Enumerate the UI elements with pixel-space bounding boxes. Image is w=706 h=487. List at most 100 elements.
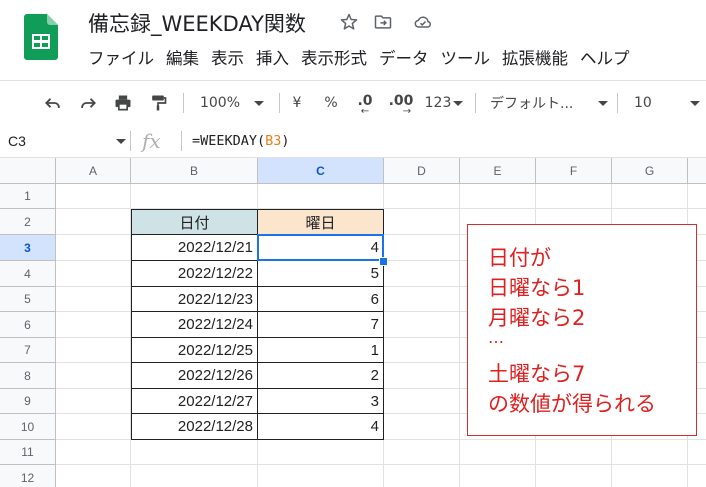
menu-file[interactable]: ファイル [88,47,166,71]
font-size-select[interactable]: 10 [634,81,700,125]
gridline [56,464,706,465]
menu-format[interactable]: 表示形式 [301,47,379,71]
column-header-a[interactable]: A [56,158,131,184]
table-header-weekday[interactable]: 曜日 [257,209,384,235]
row-header-6[interactable]: 6 [0,312,56,338]
cloud-status-icon[interactable] [412,11,434,33]
date-cell[interactable]: 2022/12/23 [131,286,258,312]
date-cell[interactable]: 2022/12/22 [131,260,258,287]
chevron-down-icon [598,100,608,106]
weekday-cell[interactable]: 4 [257,413,384,440]
toolbar-divider [475,93,476,113]
row-header-5[interactable]: 5 [0,287,56,312]
date-cell[interactable]: 2022/12/27 [131,388,258,414]
menu-tools[interactable]: ツール [441,47,503,71]
toolbar-divider [617,93,618,113]
annotation-line: 日曜なら1 [488,276,586,300]
toolbar: 100% ¥ % .0 ← .00 → 123 デフォルト... 10 [0,80,706,126]
chevron-down-icon [116,139,126,144]
formula-text: =WEEKDAY( [192,133,266,149]
star-icon[interactable] [338,11,360,33]
row-header-11[interactable]: 11 [0,440,56,465]
menu-extensions[interactable]: 拡張機能 [502,47,580,71]
row-header-9[interactable]: 9 [0,389,56,414]
column-header-b[interactable]: B [131,158,258,184]
font-size-value: 10 [634,95,652,111]
sheets-logo-icon[interactable] [24,14,58,60]
chevron-down-icon [453,100,464,106]
annotation-line: … [488,328,504,347]
weekday-cell[interactable]: 3 [257,388,384,414]
row-header-4[interactable]: 4 [0,261,56,287]
column-header-e[interactable]: E [460,158,536,184]
weekday-cell[interactable]: 4 [257,234,384,261]
fx-icon: fx [142,129,161,153]
name-box-value: C3 [8,133,26,149]
percent-format-button[interactable]: % [320,81,342,125]
decrease-decimal-button[interactable]: .0 ← [352,81,378,125]
date-cell[interactable]: 2022/12/24 [131,311,258,338]
column-header-f[interactable]: F [536,158,612,184]
toolbar-divider [279,93,280,113]
font-family-value: デフォルト... [490,96,574,112]
formula-cell-reference: B3 [265,133,282,149]
table-header-date[interactable]: 日付 [131,209,258,235]
app-header: 備忘録_WEEKDAY関数 ファイル 編集 表示 挿入 表示形式 データ ツール… [0,0,706,78]
annotation-line: 日付が [488,246,551,270]
toolbar-divider [183,93,184,113]
menu-view[interactable]: 表示 [211,47,256,71]
redo-icon[interactable] [75,81,101,125]
menu-insert[interactable]: 挿入 [256,47,301,71]
menu-help[interactable]: ヘルプ [580,47,642,71]
currency-format-button[interactable]: ¥ [286,81,308,125]
paint-format-icon[interactable] [145,81,171,125]
move-folder-icon[interactable] [372,11,394,33]
print-icon[interactable] [110,81,136,125]
increase-decimal-button[interactable]: .00 → [386,81,416,125]
column-header-partial[interactable] [688,158,706,184]
annotation-line: の数値が得られる [488,392,656,416]
column-header-c[interactable]: C [258,158,384,184]
chevron-down-icon [254,100,265,106]
select-all-corner[interactable] [0,158,56,184]
annotation-callout: 日付が 日曜なら1 月曜なら2 … 土曜なら7 の数値が得られる [467,224,697,436]
weekday-cell[interactable]: 7 [257,311,384,338]
date-cell[interactable]: 2022/12/21 [131,234,258,261]
number-format-select[interactable]: 123 [422,81,466,125]
row-header-12[interactable]: 12 [0,465,56,487]
chevron-down-icon [690,100,700,106]
row-header-3[interactable]: 3 [0,235,56,261]
zoom-value: 100% [199,95,241,111]
formula-input[interactable]: =WEEKDAY(B3) [192,125,290,157]
weekday-cell[interactable]: 6 [257,286,384,312]
arrow-right-icon: → [402,106,412,117]
row-header-10[interactable]: 10 [0,414,56,440]
date-cell[interactable]: 2022/12/26 [131,362,258,389]
undo-icon[interactable] [40,81,66,125]
weekday-cell[interactable]: 5 [257,260,384,287]
menu-data[interactable]: データ [379,47,441,71]
column-header-g[interactable]: G [612,158,688,184]
font-family-select[interactable]: デフォルト... [490,81,608,125]
document-title[interactable]: 備忘録_WEEKDAY関数 [88,8,306,38]
date-cell[interactable]: 2022/12/28 [131,413,258,440]
formula-bar: C3 fx =WEEKDAY(B3) [0,125,706,158]
fill-handle[interactable] [379,257,388,266]
row-header-1[interactable]: 1 [0,184,56,209]
weekday-cell[interactable]: 1 [257,337,384,363]
row-header-2[interactable]: 2 [0,209,56,235]
row-header-8[interactable]: 8 [0,363,56,389]
gridline [459,184,460,487]
date-cell[interactable]: 2022/12/25 [131,337,258,363]
formula-text-end: ) [281,133,290,149]
column-header-d[interactable]: D [384,158,460,184]
menu-edit[interactable]: 編集 [166,47,211,71]
number-format-label: 123 [424,95,452,111]
weekday-cell[interactable]: 2 [257,362,384,389]
menu-bar: ファイル 編集 表示 挿入 表示形式 データ ツール 拡張機能 ヘルプ [88,47,642,71]
zoom-select[interactable]: 100% [192,81,272,125]
name-box[interactable]: C3 [0,125,130,157]
formula-divider [181,131,182,151]
row-header-7[interactable]: 7 [0,338,56,363]
formula-divider [130,131,131,151]
